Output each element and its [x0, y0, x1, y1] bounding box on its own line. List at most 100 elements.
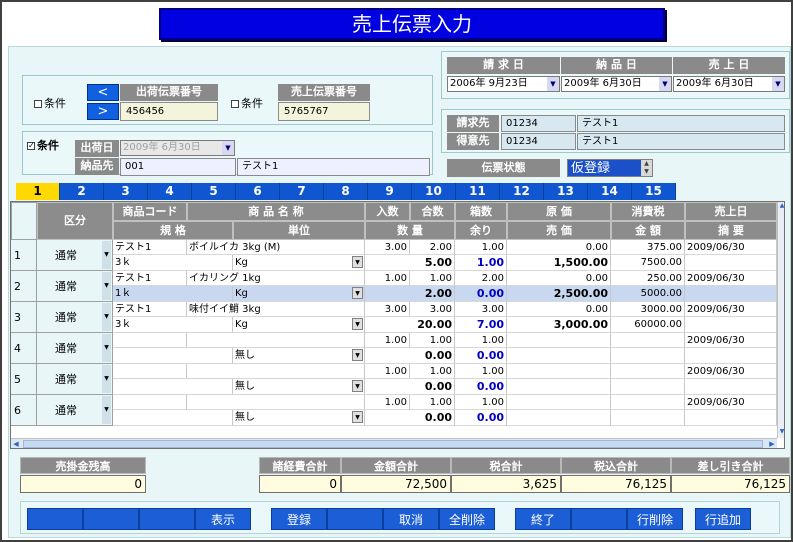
chevron-down-icon[interactable]: ▼ [352, 380, 363, 392]
cell-irisu[interactable]: 1.00 [365, 271, 410, 286]
cell-kikaku[interactable]: 1ｋ [113, 286, 233, 302]
cell-baika[interactable]: 1,500.00 [507, 255, 611, 271]
kubun-select[interactable]: 通常 ▼ [37, 302, 113, 333]
tab-page-15[interactable]: 15 [632, 183, 676, 200]
cell-irisu[interactable]: 1.00 [365, 395, 410, 410]
cell-amari[interactable]: 7.00 [455, 317, 507, 333]
chevron-down-icon[interactable]: ▼ [352, 349, 363, 361]
tab-page-11[interactable]: 11 [456, 183, 500, 200]
cell-tani[interactable]: 無し ▼ [233, 348, 365, 364]
cell-date[interactable]: 2009/06/30 [685, 395, 777, 410]
chevron-down-icon[interactable]: ▼ [102, 303, 111, 331]
cell-tani[interactable]: 無し ▼ [233, 379, 365, 395]
cell-suryo[interactable]: 20.00 [365, 317, 455, 333]
cell-name[interactable]: ボイルイカ 3kg (M) [187, 240, 365, 255]
row-number[interactable]: 2 [11, 271, 37, 302]
cell-date[interactable]: 2009/06/30 [685, 333, 777, 348]
cell-code[interactable]: テスト1 [113, 271, 187, 286]
cell-amari[interactable]: 0.00 [455, 379, 507, 395]
tab-page-9[interactable]: 9 [368, 183, 412, 200]
tab-page-3[interactable]: 3 [104, 183, 148, 200]
cell-kikaku[interactable]: 3ｋ [113, 255, 233, 271]
register-button[interactable]: 登録 [271, 508, 327, 530]
chevron-down-icon[interactable]: ▼ [547, 77, 559, 91]
cell-baika[interactable] [507, 410, 611, 426]
destination-name-field[interactable]: テスト1 [237, 158, 430, 176]
cell-kingaku[interactable] [611, 348, 685, 364]
delivery-date-picker[interactable]: 2009年 6月30日 ▼ [561, 76, 672, 92]
cell-name[interactable]: 味付イイ鮹 3kg [187, 302, 365, 317]
cell-hakosu[interactable]: 1.00 [455, 395, 507, 410]
cell-tani[interactable]: Kg ▼ [233, 286, 365, 302]
tab-page-10[interactable]: 10 [412, 183, 456, 200]
cell-tani[interactable]: 無し ▼ [233, 410, 365, 426]
cell-genka[interactable]: 0.00 [507, 302, 611, 317]
chevron-down-icon[interactable]: ▼ [352, 287, 363, 299]
scroll-right-icon[interactable]: ▶ [767, 439, 777, 448]
cell-kikaku[interactable] [113, 410, 233, 426]
row-number[interactable]: 6 [11, 395, 37, 426]
condition2-checkbox[interactable]: 条件 [231, 97, 263, 111]
ship-date-picker[interactable]: 2009年 6月30日 ▼ [120, 140, 235, 156]
cell-kingaku[interactable]: 7500.00 [611, 255, 685, 271]
cell-code[interactable] [113, 395, 187, 410]
horizontal-scrollbar[interactable]: ◀ ▶ [11, 438, 777, 448]
cell-kingaku[interactable] [611, 410, 685, 426]
cell-suryo[interactable]: 0.00 [365, 379, 455, 395]
cell-hakosu[interactable]: 1.00 [455, 364, 507, 379]
cell-hakosu[interactable]: 1.00 [455, 333, 507, 348]
cell-irisu[interactable]: 3.00 [365, 240, 410, 255]
cell-gosu[interactable]: 1.00 [410, 333, 455, 348]
vertical-scrollbar[interactable]: ▲ ▼ [777, 202, 784, 438]
condition1-checkbox[interactable]: 条件 [34, 97, 66, 111]
check-icon[interactable]: ✓ [27, 142, 35, 150]
cell-tax[interactable]: 375.00 [611, 240, 685, 255]
cell-suryo[interactable]: 2.00 [365, 286, 455, 302]
chevron-down-icon[interactable]: ▼ [659, 77, 671, 91]
cell-kikaku[interactable] [113, 379, 233, 395]
cell-gosu[interactable]: 1.00 [410, 364, 455, 379]
cell-genka[interactable] [507, 333, 611, 348]
kubun-select[interactable]: 通常 ▼ [37, 271, 113, 302]
cell-amari[interactable]: 0.00 [455, 286, 507, 302]
chevron-down-icon[interactable]: ▼ [102, 272, 111, 300]
cell-tekiyo[interactable] [685, 348, 777, 364]
cell-tax[interactable] [611, 333, 685, 348]
checkbox-box[interactable] [231, 100, 239, 108]
sales-no-field[interactable]: 5765767 [278, 102, 370, 121]
cell-hakosu[interactable]: 2.00 [455, 271, 507, 286]
slip-status-select[interactable]: 仮登録 ▲ ▼ [567, 159, 653, 177]
cell-tax[interactable]: 3000.00 [611, 302, 685, 317]
cell-amari[interactable]: 1.00 [455, 255, 507, 271]
chevron-down-icon[interactable]: ▼ [352, 411, 363, 423]
tab-page-12[interactable]: 12 [500, 183, 544, 200]
cell-irisu[interactable]: 1.00 [365, 333, 410, 348]
chevron-down-icon[interactable]: ▼ [102, 396, 111, 424]
chevron-down-icon[interactable]: ▼ [102, 334, 111, 362]
cell-genka[interactable]: 0.00 [507, 240, 611, 255]
cell-baika[interactable] [507, 348, 611, 364]
f3-button[interactable] [139, 508, 195, 530]
cell-date[interactable]: 2009/06/30 [685, 240, 777, 255]
cell-kingaku[interactable] [611, 379, 685, 395]
chevron-down-icon[interactable]: ▼ [102, 365, 111, 393]
cell-name[interactable] [187, 364, 365, 379]
client-name[interactable]: テスト1 [577, 133, 785, 150]
cell-irisu[interactable]: 1.00 [365, 364, 410, 379]
next-slip-button[interactable]: > [87, 103, 119, 120]
f1-button[interactable] [27, 508, 83, 530]
cell-irisu[interactable]: 3.00 [365, 302, 410, 317]
client-code[interactable]: 01234 [501, 133, 576, 150]
spinner-icon[interactable]: ▲ ▼ [641, 160, 652, 176]
f6-button[interactable] [327, 508, 383, 530]
cell-tax[interactable] [611, 364, 685, 379]
tab-page-13[interactable]: 13 [544, 183, 588, 200]
cell-tani[interactable]: Kg ▼ [233, 317, 365, 333]
display-button[interactable]: 表示 [195, 508, 251, 530]
row-number[interactable]: 3 [11, 302, 37, 333]
row-number[interactable]: 5 [11, 364, 37, 395]
cell-tekiyo[interactable] [685, 255, 777, 271]
tab-page-4[interactable]: 4 [148, 183, 192, 200]
cell-kikaku[interactable] [113, 348, 233, 364]
cell-gosu[interactable]: 1.00 [410, 271, 455, 286]
